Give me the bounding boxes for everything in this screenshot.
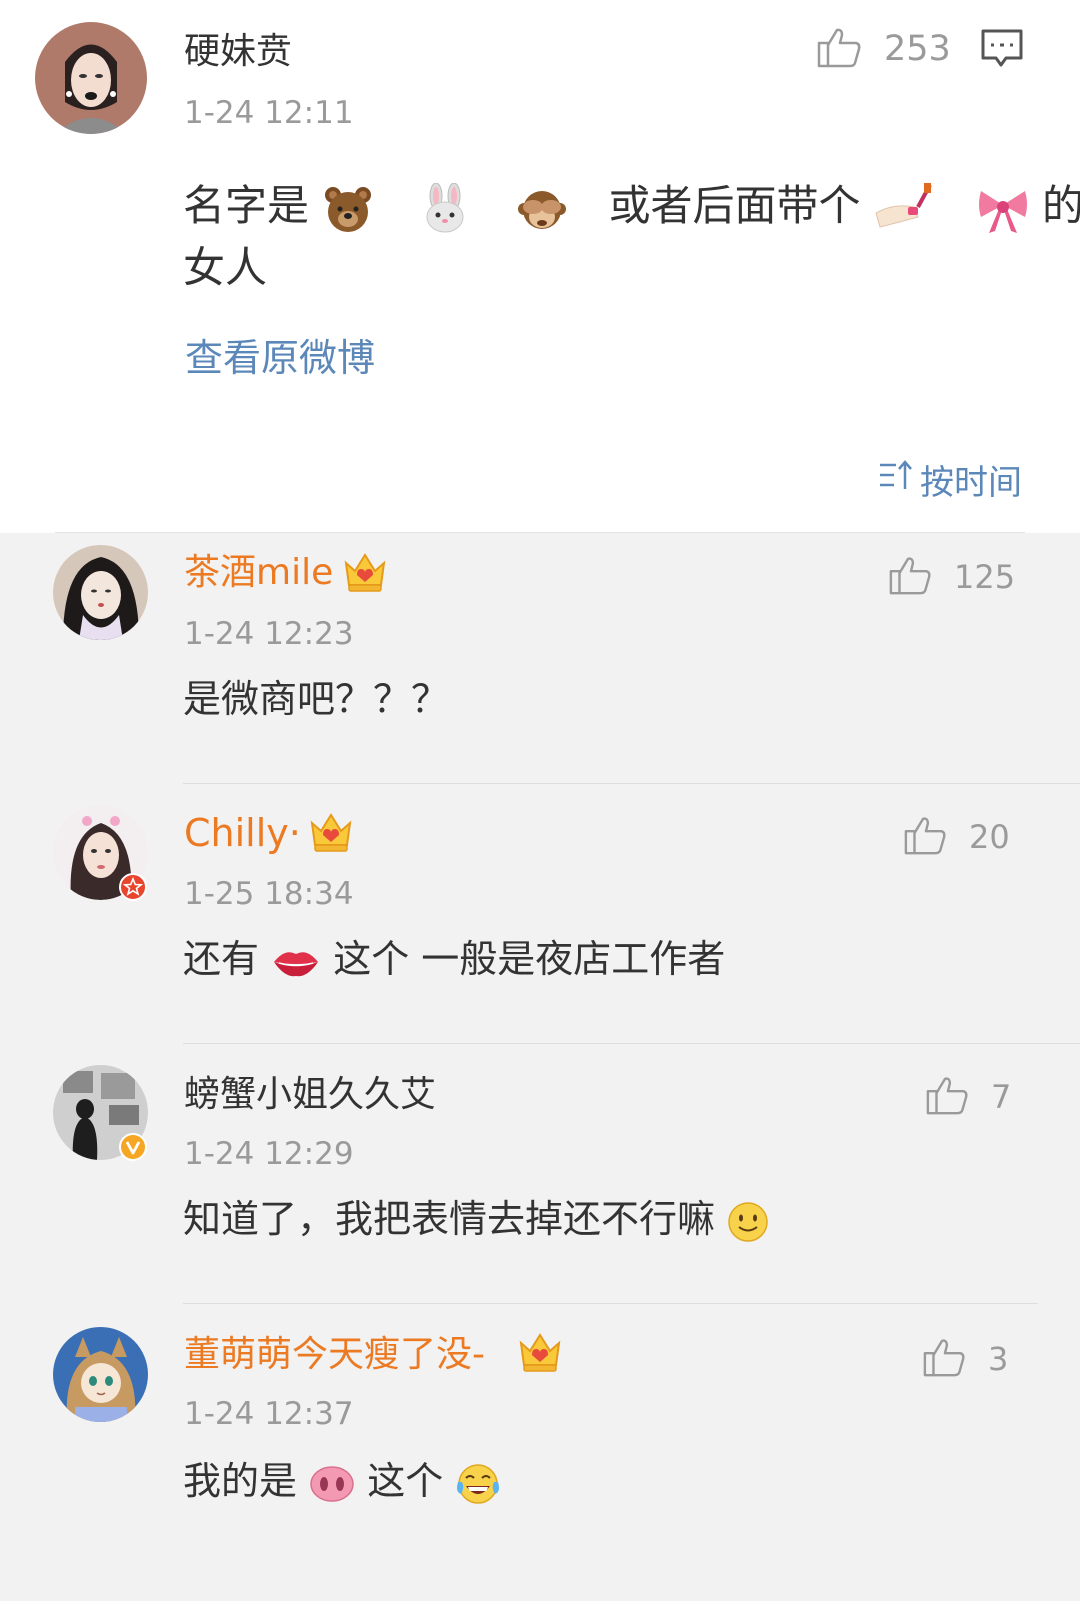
comment-text-segment: 还有 [183,937,260,981]
thumbs-up-icon [922,1335,966,1383]
post-text-line1: 名字是 或者后面带个 的 [183,176,1080,236]
comment-like-count: 7 [991,1078,1012,1116]
bear-emoji-icon [322,183,374,235]
thumbs-up-icon [888,553,932,601]
comment-item: 螃蟹小姐久久艾 1-24 12:29 7 知道了，我把表情去掉还不行嘛 [0,1053,1080,1313]
comment-bubble-icon[interactable] [980,28,1024,74]
smile-emoji-icon [727,1201,769,1243]
comment-time: 1-24 12:29 [184,1136,354,1172]
lips-emoji-icon [271,942,321,982]
comment-item: 董萌萌今天瘦了没- 1-24 12:37 3 我的是 这个 [0,1313,1080,1601]
laugh-tears-emoji-icon [455,1462,501,1506]
comment-divider [183,1303,1038,1304]
post-text-segment: 名字是 [183,181,310,230]
comment-like-count: 20 [969,818,1010,856]
post-time: 1-24 12:11 [184,95,354,131]
rabbit-emoji-icon [419,182,471,235]
comment-text-segment: 这个 [367,1459,444,1503]
thumbs-up-icon [903,813,947,861]
post-like-count: 253 [884,29,951,69]
comment-like-count: 3 [988,1340,1009,1378]
view-original-post-link[interactable]: 查看原微博 [185,335,375,381]
crown-vip-icon[interactable] [517,1329,563,1379]
comment-text-segment: 我的是 [183,1459,298,1503]
comment-like-button[interactable]: 7 [925,1073,1011,1121]
crown-vip-icon[interactable] [308,809,354,859]
comment-text: 是微商吧？？？ [183,677,450,721]
thumbs-up-icon [925,1073,969,1121]
post-author-avatar[interactable] [35,22,147,134]
commenter-avatar[interactable] [53,1327,148,1422]
comment-text: 我的是 这个 [183,1457,501,1506]
comment-divider [183,783,1080,784]
comment-item: 茶酒mile 1-24 12:23 125 是微商吧？？？ [0,533,1080,793]
comment-like-count: 125 [954,558,1016,596]
nail-polish-emoji-icon [874,182,932,235]
comment-text: 知道了，我把表情去掉还不行嘛 [183,1195,769,1243]
commenter-name[interactable]: 董萌萌今天瘦了没- [184,1333,485,1377]
commenter-avatar[interactable] [53,1065,148,1161]
comment-text-segment: 知道了，我把表情去掉还不行嘛 [183,1197,716,1241]
comment-text: 还有 这个 一般是夜店工作者 [183,935,725,983]
thumbs-up-icon [816,24,862,74]
post-text-segment: 的 [1041,181,1080,230]
comment-text-segment: 这个 一般是夜店工作者 [333,937,726,981]
verified-red-badge-icon [119,873,147,901]
comment-time: 1-24 12:37 [184,1396,354,1432]
commenter-avatar[interactable] [53,805,148,901]
commenter-name[interactable]: 螃蟹小姐久久艾 [184,1073,436,1117]
comment-time: 1-25 18:34 [184,876,354,912]
comment-divider [183,1043,1080,1044]
ribbon-bow-emoji-icon [977,183,1029,235]
pig-nose-emoji-icon [309,1464,355,1504]
comment-like-button[interactable]: 125 [888,553,1015,601]
commenter-name[interactable]: 茶酒mile [184,551,333,595]
post-author-name[interactable]: 硬妹贲 [184,30,292,74]
commenter-name[interactable]: Chilly· [184,811,301,855]
sort-by-time-button[interactable]: 按时间 [878,455,1022,504]
post-text-line2: 女人 [183,243,268,292]
crown-vip-icon[interactable] [342,549,388,599]
see-no-evil-monkey-emoji-icon [516,183,568,235]
sort-label: 按时间 [920,463,1022,503]
comment-like-button[interactable]: 20 [903,813,1010,861]
verified-v-icon [119,1133,147,1161]
comment-item: Chilly· 1-25 18:34 20 还有 这个 一般是夜店工作者 [0,793,1080,1053]
post-text-segment: 或者后面带个 [608,181,861,230]
original-post: 硬妹贲 1-24 12:11 253 名字是 或者后面带个 的 女人 查看原微博… [0,0,1080,533]
sort-icon [878,457,914,502]
commenter-avatar[interactable] [53,545,148,640]
comment-time: 1-24 12:23 [184,616,354,652]
comment-like-button[interactable]: 3 [922,1335,1008,1383]
post-like-button[interactable]: 253 [816,24,951,74]
